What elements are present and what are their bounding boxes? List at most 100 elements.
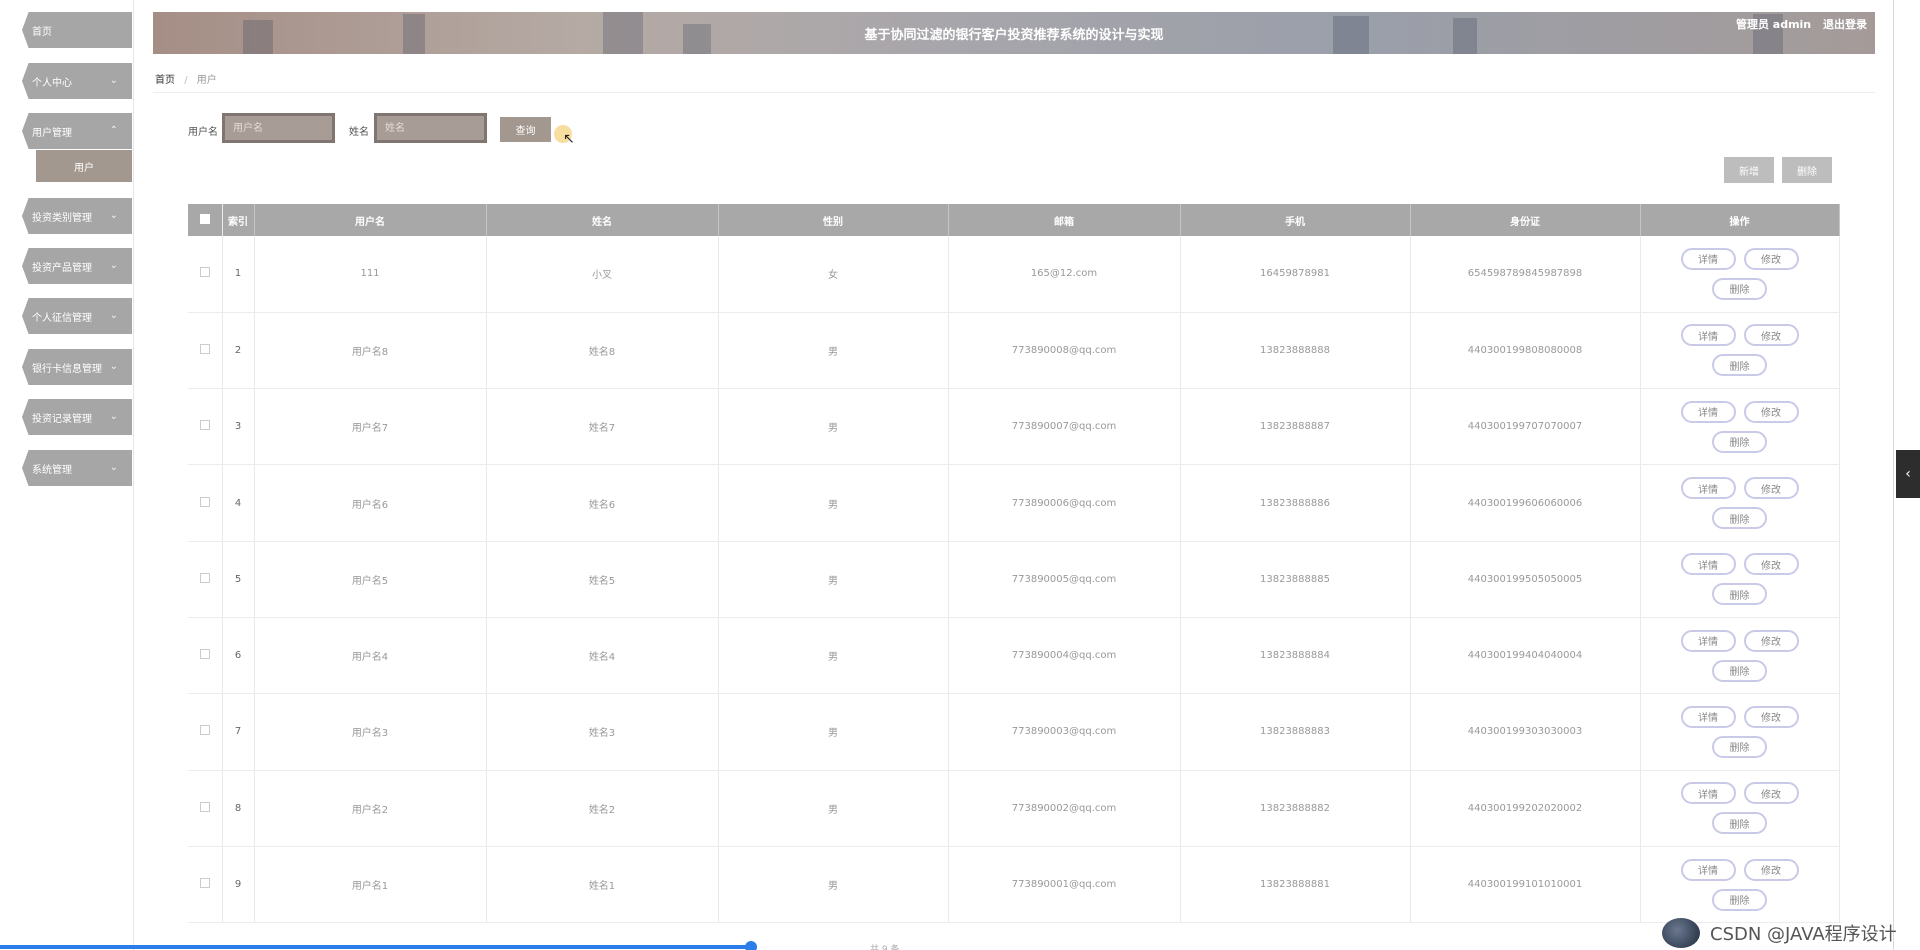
- avatar: [1662, 918, 1700, 948]
- cell-phone: 13823888888: [1180, 312, 1411, 390]
- delete-button[interactable]: 删除: [1712, 659, 1767, 682]
- cell-index: 9: [222, 846, 255, 924]
- column-header: 用户名: [254, 204, 487, 236]
- row-checkbox[interactable]: [199, 725, 210, 736]
- edit-button[interactable]: 修改: [1743, 705, 1799, 728]
- row-checkbox[interactable]: [199, 572, 210, 583]
- row-select-cell[interactable]: [188, 846, 223, 924]
- add-button[interactable]: 新增: [1724, 157, 1774, 183]
- row-checkbox[interactable]: [199, 649, 210, 660]
- cell-name: 小叉: [486, 236, 719, 313]
- select-all-checkbox[interactable]: [199, 213, 210, 224]
- sidebar-item-user-management[interactable]: 用户管理 ⌃: [22, 113, 132, 149]
- row-select-cell[interactable]: [188, 541, 223, 618]
- row-select-cell[interactable]: [188, 617, 223, 695]
- cell-email: 773890002@qq.com: [948, 770, 1181, 847]
- sidebar-item-label: 首页: [32, 26, 52, 38]
- row-checkbox[interactable]: [199, 496, 210, 507]
- username-search-input[interactable]: [222, 113, 335, 143]
- chevron-down-icon: ⌄: [109, 411, 118, 422]
- row-select-cell[interactable]: [188, 770, 223, 847]
- row-select-cell[interactable]: [188, 464, 223, 542]
- edit-button[interactable]: 修改: [1743, 247, 1799, 270]
- row-select-cell[interactable]: [188, 693, 223, 771]
- cell-actions: 详情 修改删除: [1640, 617, 1840, 695]
- edit-button[interactable]: 修改: [1743, 782, 1799, 805]
- cell-idcard: 440300199707070007: [1410, 388, 1641, 466]
- detail-button[interactable]: 详情: [1680, 247, 1736, 270]
- progress-knob[interactable]: [745, 941, 757, 950]
- cell-username: 用户名2: [254, 770, 487, 847]
- table-row: 4 用户名6 姓名6 男 773890006@qq.com 13823888886 4403…: [188, 464, 1840, 542]
- row-select-cell[interactable]: [188, 236, 223, 313]
- delete-button[interactable]: 删除: [1712, 354, 1767, 377]
- edit-button[interactable]: 修改: [1743, 629, 1799, 652]
- delete-button[interactable]: 删除: [1712, 735, 1767, 758]
- batch-delete-button[interactable]: 删除: [1782, 157, 1832, 183]
- cell-index: 5: [222, 541, 255, 618]
- delete-button[interactable]: 删除: [1712, 583, 1767, 606]
- edit-button[interactable]: 修改: [1743, 858, 1799, 881]
- row-checkbox[interactable]: [199, 267, 210, 278]
- edit-button[interactable]: 修改: [1743, 553, 1799, 576]
- name-search-input[interactable]: [374, 113, 487, 143]
- row-checkbox[interactable]: [199, 420, 210, 431]
- cell-index: 4: [222, 464, 255, 542]
- cell-phone: 16459878981: [1180, 236, 1411, 313]
- delete-button[interactable]: 删除: [1712, 430, 1767, 453]
- detail-button[interactable]: 详情: [1680, 858, 1736, 881]
- column-header: 操作: [1640, 204, 1840, 236]
- query-button[interactable]: 查询: [500, 117, 551, 142]
- row-checkbox[interactable]: [199, 878, 210, 889]
- table-row: 5 用户名5 姓名5 男 773890005@qq.com 13823888885 4403…: [188, 541, 1840, 618]
- row-actions: 详情 修改删除: [1675, 400, 1805, 453]
- row-select-cell[interactable]: [188, 312, 223, 390]
- row-checkbox[interactable]: [199, 343, 210, 354]
- edit-button[interactable]: 修改: [1743, 477, 1799, 500]
- cell-email: 773890007@qq.com: [948, 388, 1181, 466]
- breadcrumb-separator: /: [184, 75, 188, 86]
- cell-phone: 13823888881: [1180, 846, 1411, 924]
- collapse-toggle[interactable]: ‹: [1896, 450, 1920, 498]
- detail-button[interactable]: 详情: [1680, 400, 1736, 423]
- detail-button[interactable]: 详情: [1680, 324, 1736, 347]
- row-select-cell[interactable]: [188, 388, 223, 466]
- cell-username: 用户名6: [254, 464, 487, 542]
- sidebar-item-investment-record[interactable]: 投资记录管理 ⌄: [22, 399, 132, 435]
- breadcrumb-home[interactable]: 首页: [155, 75, 175, 86]
- table-header-row: 索引 用户名 姓名 性别 邮箱 手机 身份证 操作: [188, 204, 1840, 236]
- detail-button[interactable]: 详情: [1680, 629, 1736, 652]
- logout-link[interactable]: 退出登录: [1823, 18, 1867, 31]
- delete-button[interactable]: 删除: [1712, 888, 1767, 911]
- row-checkbox[interactable]: [199, 801, 210, 812]
- watermark-text: CSDN @JAVA程序设计: [1710, 924, 1897, 945]
- cell-username: 用户名1: [254, 846, 487, 924]
- cell-name: 姓名8: [486, 312, 719, 390]
- sidebar-item-system[interactable]: 系统管理 ⌄: [22, 450, 132, 486]
- cell-username: 用户名5: [254, 541, 487, 618]
- edit-button[interactable]: 修改: [1743, 400, 1799, 423]
- sidebar-item-credit[interactable]: 个人征信管理 ⌄: [22, 298, 132, 334]
- delete-button[interactable]: 删除: [1712, 277, 1767, 300]
- delete-button[interactable]: 删除: [1712, 507, 1767, 530]
- detail-button[interactable]: 详情: [1680, 477, 1736, 500]
- sidebar-item-profile[interactable]: 个人中心 ⌄: [22, 63, 132, 99]
- sidebar-item-home[interactable]: 首页: [22, 12, 132, 48]
- sidebar-item-investment-product[interactable]: 投资产品管理 ⌄: [22, 248, 132, 284]
- cell-email: 773890001@qq.com: [948, 846, 1181, 924]
- cell-gender: 男: [718, 846, 949, 924]
- row-actions: 详情 修改删除: [1675, 705, 1805, 758]
- detail-button[interactable]: 详情: [1680, 782, 1736, 805]
- detail-button[interactable]: 详情: [1680, 705, 1736, 728]
- row-actions: 详情 修改删除: [1675, 553, 1805, 606]
- sidebar-subitem-users[interactable]: 用户: [36, 150, 132, 182]
- sidebar-item-investment-category[interactable]: 投资类别管理 ⌄: [22, 198, 132, 234]
- delete-button[interactable]: 删除: [1712, 812, 1767, 835]
- edit-button[interactable]: 修改: [1743, 324, 1799, 347]
- cell-actions: 详情 修改删除: [1640, 846, 1840, 924]
- select-all-cell[interactable]: [188, 204, 223, 236]
- detail-button[interactable]: 详情: [1680, 553, 1736, 576]
- chevron-down-icon: ⌄: [109, 310, 118, 321]
- sidebar-item-bank-card[interactable]: 银行卡信息管理 ⌄: [22, 349, 132, 385]
- cell-gender: 男: [718, 693, 949, 771]
